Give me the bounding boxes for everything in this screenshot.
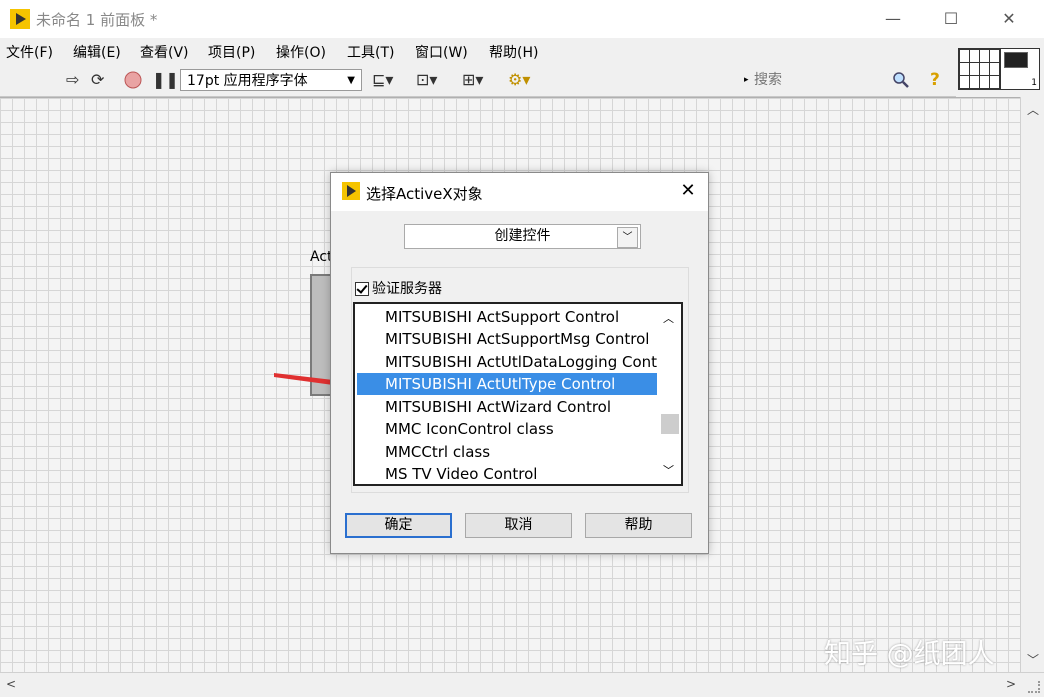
font-selector-value: 17pt 应用程序字体 [187, 73, 308, 89]
verify-server-label: 验证服务器 [372, 281, 442, 297]
mode-dropdown[interactable]: 创建控件 ﹀ [404, 224, 641, 249]
vi-icon[interactable]: 1 [1000, 48, 1040, 90]
close-button[interactable]: ✕ [986, 4, 1032, 34]
scroll-up-icon[interactable]: ︿ [1027, 101, 1039, 118]
chevron-down-icon: ▼ [347, 75, 355, 86]
cancel-button[interactable]: 取消 [465, 513, 572, 538]
menu-view[interactable]: 查看(V) [140, 42, 189, 62]
minimize-button[interactable]: — [870, 4, 916, 34]
list-item[interactable]: MITSUBISHI ActSupport Control [357, 306, 657, 328]
menu-operate[interactable]: 操作(O) [276, 42, 326, 62]
list-item-selected[interactable]: MITSUBISHI ActUtlType Control [357, 373, 657, 395]
menu-help[interactable]: 帮助(H) [489, 42, 538, 62]
list-item[interactable]: MMC IconControl class [357, 418, 657, 440]
list-item[interactable]: MITSUBISHI ActWizard Control [357, 396, 657, 418]
list-item[interactable]: MMCCtrl class [357, 441, 657, 463]
dialog-title: 选择ActiveX对象 [366, 185, 483, 203]
title-bar: 未命名 1 前面板 * — ☐ ✕ [0, 0, 1044, 38]
run-continuously-icon[interactable]: ⟳ [91, 70, 104, 89]
distribute-objects-icon[interactable]: ⊡▾ [416, 70, 437, 89]
resize-objects-icon[interactable]: ⊞▾ [462, 70, 483, 89]
context-help-button[interactable]: ? [930, 70, 940, 90]
search-icon[interactable] [892, 71, 910, 89]
menu-file[interactable]: 文件(F) [6, 42, 53, 62]
resize-grip-icon[interactable] [1028, 681, 1040, 693]
menu-window[interactable]: 窗口(W) [415, 42, 468, 62]
scroll-down-icon[interactable]: ﹀ [663, 462, 674, 478]
connector-pane[interactable] [958, 48, 1000, 90]
labview-dialog-icon [342, 182, 360, 200]
menu-project[interactable]: 项目(P) [208, 42, 255, 62]
toolbar: ⇨ ⟳ ❚❚ 17pt 应用程序字体 ▼ ⊑▾ ⊡▾ ⊞▾ ⚙▾ ▸ ? [0, 64, 956, 97]
align-objects-icon[interactable]: ⊑▾ [372, 70, 393, 89]
font-selector[interactable]: 17pt 应用程序字体 ▼ [180, 69, 362, 91]
horizontal-scrollbar[interactable]: < > [0, 672, 1044, 697]
search-input[interactable] [752, 71, 876, 89]
scroll-down-icon[interactable]: ﹀ [1027, 651, 1039, 668]
menu-bar: 文件(F) 编辑(E) 查看(V) 项目(P) 操作(O) 工具(T) 窗口(W… [0, 38, 956, 64]
labview-app-icon [10, 9, 30, 29]
list-item[interactable]: MS TV Video Control [357, 463, 657, 484]
pause-icon[interactable]: ❚❚ [152, 70, 179, 89]
scroll-up-icon[interactable]: ︿ [663, 310, 674, 326]
verify-server-checkbox[interactable]: 验证服务器 [355, 278, 442, 298]
dialog-close-button[interactable]: ✕ [676, 179, 700, 203]
abort-icon[interactable] [124, 71, 142, 93]
menu-tools[interactable]: 工具(T) [347, 42, 394, 62]
vertical-scrollbar[interactable]: ︿ ﹀ [1020, 97, 1044, 672]
chevron-down-icon[interactable]: ﹀ [617, 227, 638, 248]
list-item[interactable]: MITSUBISHI ActSupportMsg Control [357, 328, 657, 350]
scroll-right-icon[interactable]: > [1006, 677, 1016, 691]
help-button[interactable]: 帮助 [585, 513, 692, 538]
list-scrollbar[interactable]: ︿ ﹀ [659, 306, 679, 482]
search-expand-icon[interactable]: ▸ [744, 75, 749, 85]
maximize-button[interactable]: ☐ [928, 4, 974, 34]
dialog-title-bar: 选择ActiveX对象 ✕ [331, 173, 708, 211]
vi-icon-number: 1 [1031, 78, 1037, 88]
ok-button[interactable]: 确定 [345, 513, 452, 538]
window-title: 未命名 1 前面板 * [36, 11, 158, 29]
vi-screen-icon [1004, 52, 1028, 68]
scroll-thumb[interactable] [661, 414, 679, 434]
select-activex-dialog: 选择ActiveX对象 ✕ 创建控件 ﹀ 验证服务器 MITSUBISHI Ac… [330, 172, 709, 554]
mode-dropdown-value: 创建控件 [494, 228, 551, 244]
activex-object-list[interactable]: MITSUBISHI ActSupport Control MITSUBISHI… [353, 302, 683, 486]
list-item[interactable]: MITSUBISHI ActUtlDataLogging Contr [357, 351, 657, 373]
run-arrow-icon[interactable]: ⇨ [66, 70, 79, 89]
watermark: 知乎 @纸团人 [824, 639, 995, 670]
menu-edit[interactable]: 编辑(E) [73, 42, 121, 62]
checkbox-checked-icon[interactable] [355, 282, 369, 296]
scroll-left-icon[interactable]: < [6, 677, 16, 691]
reorder-icon[interactable]: ⚙▾ [508, 70, 530, 89]
